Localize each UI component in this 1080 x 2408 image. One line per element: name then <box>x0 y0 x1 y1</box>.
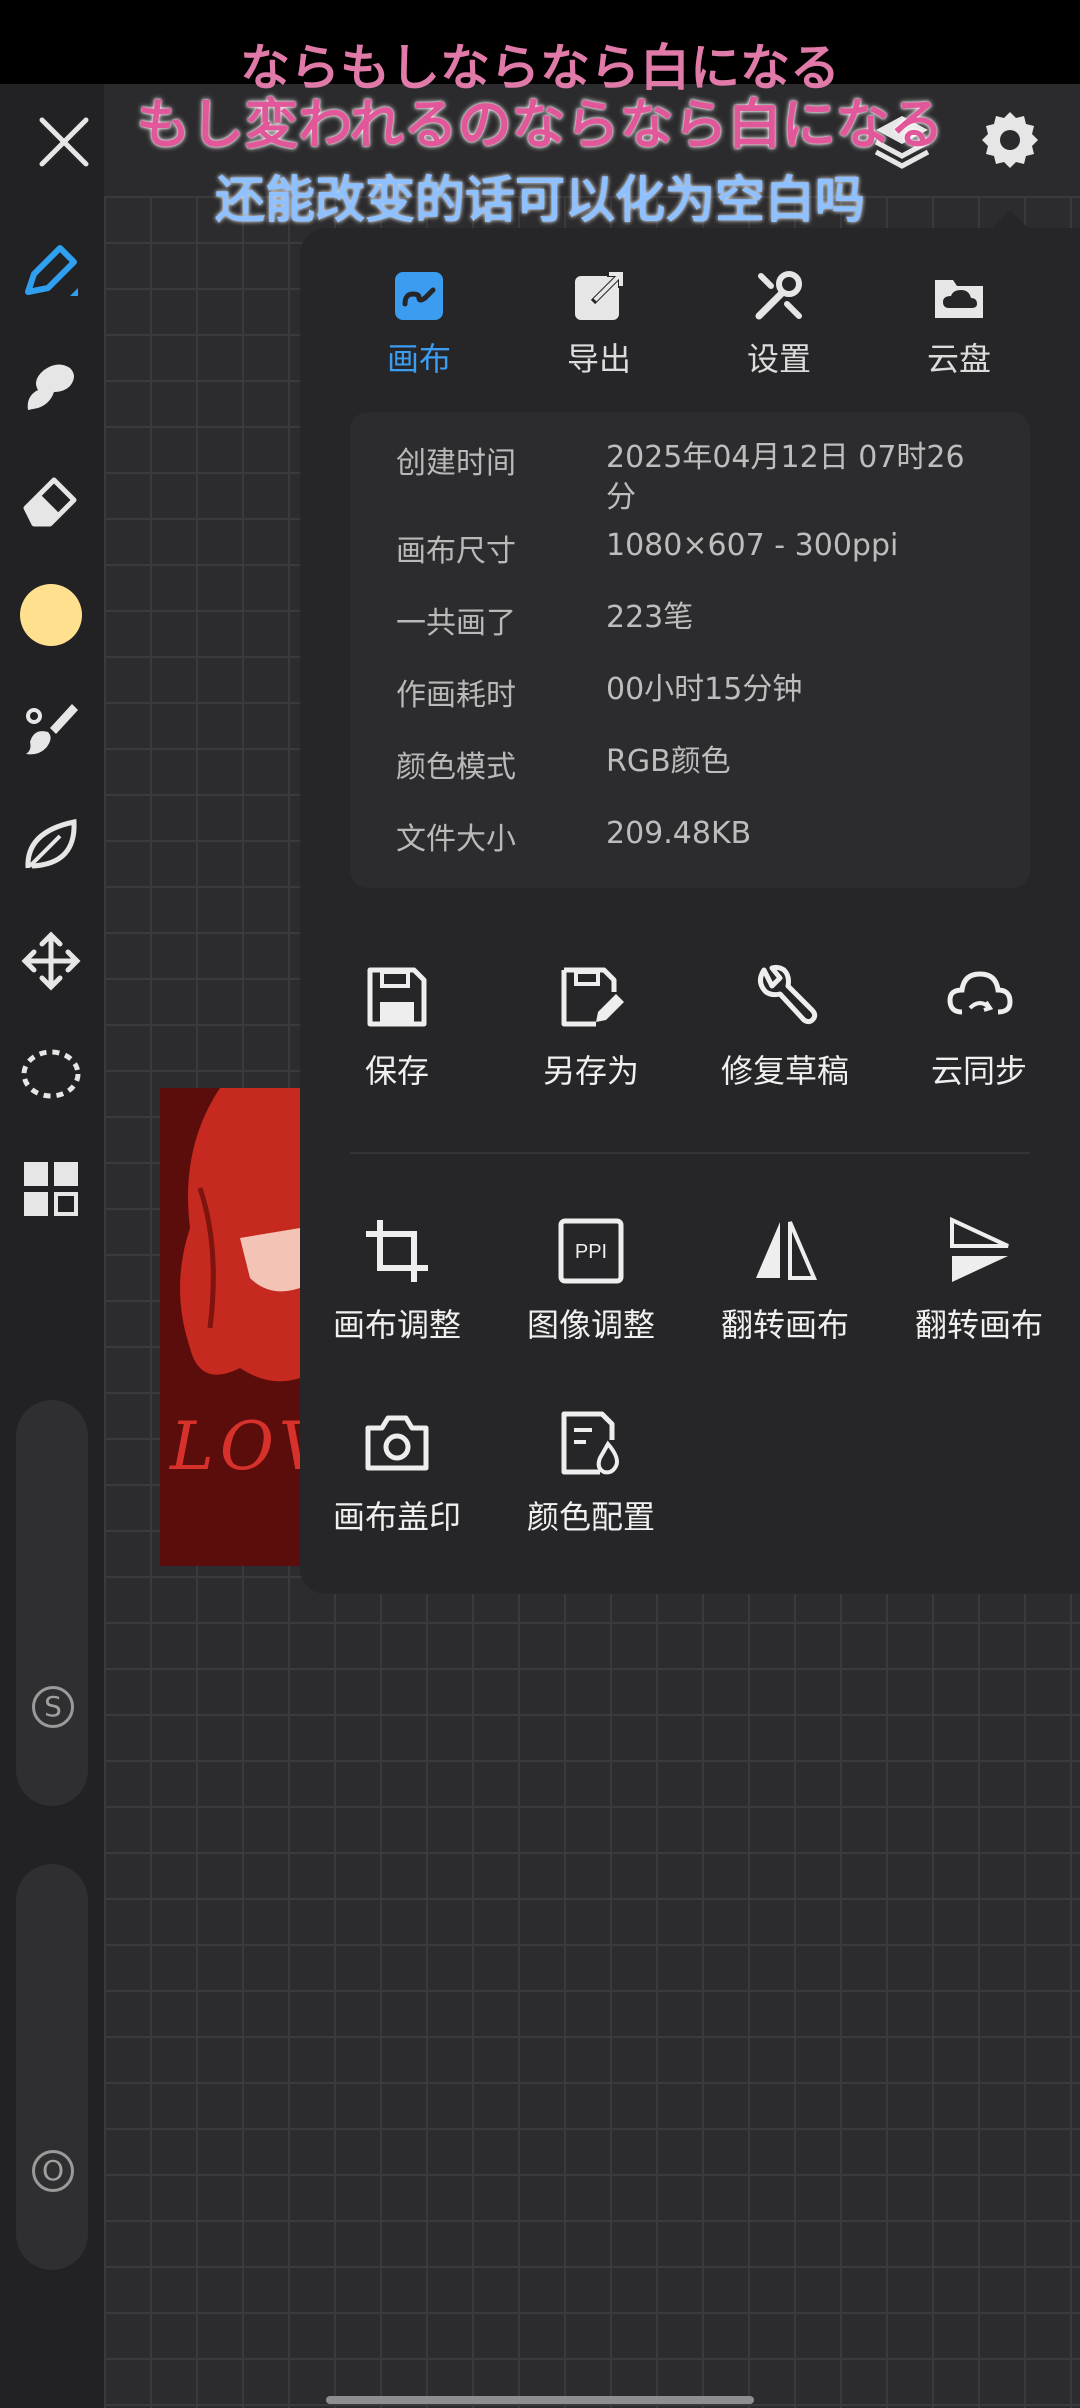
canvas-info-card: 创建时间 2025年04月12日 07时26分 画布尺寸 1080×607 - 30… <box>350 412 1030 888</box>
tab-export[interactable]: 导出 <box>524 268 674 380</box>
brush-icon[interactable] <box>20 698 82 760</box>
save-as-icon <box>556 962 626 1032</box>
canvas-icon <box>391 268 447 324</box>
tab-canvas-label: 画布 <box>386 340 451 378</box>
leaf-icon[interactable] <box>20 814 82 876</box>
info-value: 00小时15分钟 <box>606 672 803 707</box>
flip-vertical-label: 翻转画布 <box>914 1306 1043 1344</box>
size-slider-label: S <box>32 1686 74 1728</box>
cloud-sync-icon <box>944 962 1014 1032</box>
artwork-text: LOVE <box>170 1408 300 1485</box>
save-as-label: 另存为 <box>542 1052 639 1090</box>
info-value: 209.48KB <box>606 816 752 851</box>
image-adjust-label: 图像调整 <box>526 1306 655 1344</box>
info-value: 223笔 <box>606 600 694 635</box>
info-key: 颜色模式 <box>396 750 516 785</box>
artwork-figure <box>180 1088 300 1382</box>
canvas-adjust-button[interactable]: 画布调整 <box>302 1216 492 1346</box>
cloud-folder-icon <box>931 268 987 324</box>
canvas-stamp-button[interactable]: 画布盖印 <box>302 1408 492 1538</box>
color-config-label: 颜色配置 <box>526 1498 655 1536</box>
info-row: 创建时间 2025年04月12日 07时26分 <box>396 438 976 518</box>
cloud-sync-button[interactable]: 云同步 <box>884 962 1074 1092</box>
color-config-button[interactable]: 颜色配置 <box>496 1408 686 1538</box>
tab-canvas[interactable]: 画布 <box>344 268 494 380</box>
save-icon <box>362 962 432 1032</box>
grid-icon[interactable] <box>20 1158 82 1220</box>
eraser-icon[interactable] <box>20 470 82 532</box>
color-profile-icon <box>556 1408 626 1478</box>
color-swatch[interactable] <box>20 584 82 646</box>
flip-horizontal-label: 翻转画布 <box>720 1306 849 1344</box>
crop-icon <box>362 1216 432 1286</box>
save-button[interactable]: 保存 <box>302 962 492 1092</box>
ppi-icon: PPI <box>556 1216 626 1286</box>
export-icon <box>571 268 627 324</box>
image-adjust-button[interactable]: PPI 图像调整 <box>496 1216 686 1346</box>
info-key: 创建时间 <box>396 446 516 481</box>
opacity-slider-label: O <box>32 2150 74 2192</box>
flip-vertical-icon <box>944 1216 1014 1286</box>
canvas-adjust-label: 画布调整 <box>332 1306 461 1344</box>
flip-vertical-button[interactable]: 翻转画布 <box>884 1216 1074 1346</box>
cloud-sync-label: 云同步 <box>930 1052 1027 1090</box>
tab-settings-label: 设置 <box>746 340 811 378</box>
opacity-slider[interactable]: O <box>16 1864 88 2270</box>
pen-icon[interactable] <box>20 240 82 302</box>
info-row: 颜色模式 RGB颜色 <box>396 742 976 786</box>
tab-cloud[interactable]: 云盘 <box>884 268 1034 380</box>
flip-horizontal-icon <box>750 1216 820 1286</box>
info-row: 画布尺寸 1080×607 - 300ppi <box>396 526 976 570</box>
info-key: 一共画了 <box>396 606 516 641</box>
panel-arrow <box>990 210 1030 230</box>
info-key: 作画耗时 <box>396 678 516 713</box>
lyric-line-jp: もし変われるのならなら白になる <box>136 93 944 156</box>
info-value: 1080×607 - 300ppi <box>606 528 899 563</box>
smudge-icon[interactable] <box>20 356 82 418</box>
ppi-text: PPI <box>575 1241 607 1263</box>
lyric-line-cn: 还能改变的话可以化为空白吗 <box>215 171 865 229</box>
info-row: 作画耗时 00小时15分钟 <box>396 670 976 714</box>
camera-icon <box>362 1408 432 1478</box>
tab-cloud-label: 云盘 <box>926 340 991 378</box>
save-as-button[interactable]: 另存为 <box>496 962 686 1092</box>
info-row: 文件大小 209.48KB <box>396 814 976 858</box>
tools-icon <box>751 268 807 324</box>
info-key: 画布尺寸 <box>396 534 516 569</box>
tab-settings[interactable]: 设置 <box>704 268 854 380</box>
save-label: 保存 <box>364 1052 429 1090</box>
info-row: 一共画了 223笔 <box>396 598 976 642</box>
artwork-preview[interactable]: LOVE <box>160 1088 300 1566</box>
repair-draft-label: 修复草稿 <box>720 1052 849 1090</box>
lasso-icon[interactable] <box>20 1044 82 1106</box>
move-icon[interactable] <box>20 930 82 992</box>
repair-draft-button[interactable]: 修复草稿 <box>690 962 880 1092</box>
size-slider[interactable]: S <box>16 1400 88 1806</box>
tab-export-label: 导出 <box>566 340 631 378</box>
info-key: 文件大小 <box>396 822 516 857</box>
canvas-stamp-label: 画布盖印 <box>332 1498 461 1536</box>
tool-sidebar: S O <box>0 84 104 2408</box>
info-value: RGB颜色 <box>606 744 731 779</box>
divider <box>350 1152 1030 1154</box>
canvas-menu-panel: 画布 导出 设置 云盘 创建时间 2025年04月12日 07时26分 画布尺寸 1… <box>300 228 1080 1594</box>
home-indicator[interactable] <box>326 2396 754 2404</box>
flip-horizontal-button[interactable]: 翻转画布 <box>690 1216 880 1346</box>
wrench-icon <box>750 962 820 1032</box>
info-value: 2025年04月12日 07时26分 <box>606 440 965 515</box>
